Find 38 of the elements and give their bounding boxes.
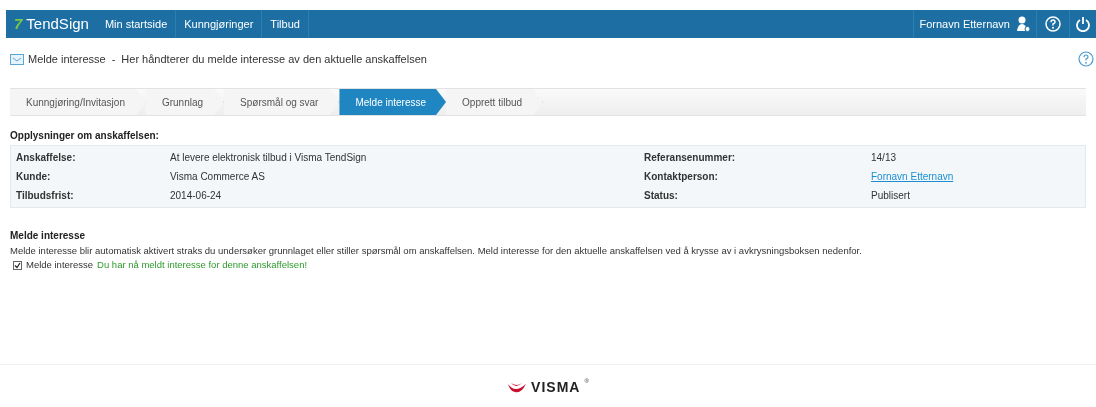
user-settings-icon[interactable] (1016, 16, 1030, 32)
nav-menu-item[interactable]: Min startside (96, 10, 177, 38)
help-icon[interactable] (1078, 51, 1094, 67)
wizard-step[interactable]: Grunnlag (145, 89, 225, 115)
field-value: Visma Commerce AS (170, 170, 266, 184)
user-name-link[interactable]: Fornavn Etternavn (919, 15, 1010, 33)
field-label: Anskaffelse: (16, 151, 77, 165)
wizard-step[interactable]: Spørsmål og svar (224, 89, 340, 115)
field-label: Kunde: (16, 170, 52, 184)
section-heading: Opplysninger om anskaffelsen: (10, 129, 160, 143)
wizard-step[interactable]: Opprett tilbud (446, 89, 544, 115)
contact-link[interactable]: Fornavn Etternavn (871, 169, 1080, 184)
section-heading: Melde interesse (10, 229, 87, 243)
page-title: Melde interesse (28, 51, 106, 67)
footer-logo: VISMA (531, 378, 581, 397)
interest-checkbox[interactable] (13, 260, 22, 270)
app-logo[interactable]: TendSign (26, 12, 89, 36)
nav-menu-item[interactable]: Tilbud (262, 10, 309, 38)
logo-swoosh-icon (507, 381, 528, 394)
field-label: Tilbudsfrist: (16, 189, 75, 203)
field-label: Status: (644, 189, 679, 203)
nav-menu-item[interactable]: Kunngjøringer (176, 10, 263, 38)
description-text: Melde interesse blir automatisk aktivert straks du undersøker grunnlaget eller stiller spørsmål om anskaffelsen. Meld interesse for den aktuelle anskaffelsen ved å krysse av i avkrysningsboksen nedenfor. (10, 244, 863, 258)
wizard-step[interactable]: Melde interesse (339, 89, 447, 115)
field-value: At levere elektronisk tilbud i Visma TendSign (170, 151, 368, 165)
checkbox-label: Melde interesse (26, 258, 94, 273)
logo-mark: 7 (14, 13, 23, 34)
wizard-step[interactable]: Kunngjøring/Invitasjon (10, 89, 146, 115)
confirmation-message: Du har nå meldt interesse for denne anskaffelsen! (97, 258, 308, 273)
field-value: 14/13 (871, 151, 898, 165)
field-label: Kontaktperson: (644, 170, 719, 184)
power-icon[interactable] (1076, 16, 1090, 32)
page-subtitle: Her håndterer du melde interesse av den aktuelle anskaffelsen (121, 51, 427, 67)
title-separator: - (111, 51, 116, 67)
envelope-icon (10, 53, 24, 65)
field-label: Referansenummer: (644, 151, 737, 165)
field-value: 2014-06-24 (170, 189, 223, 203)
field-value: Publisert (871, 189, 911, 203)
